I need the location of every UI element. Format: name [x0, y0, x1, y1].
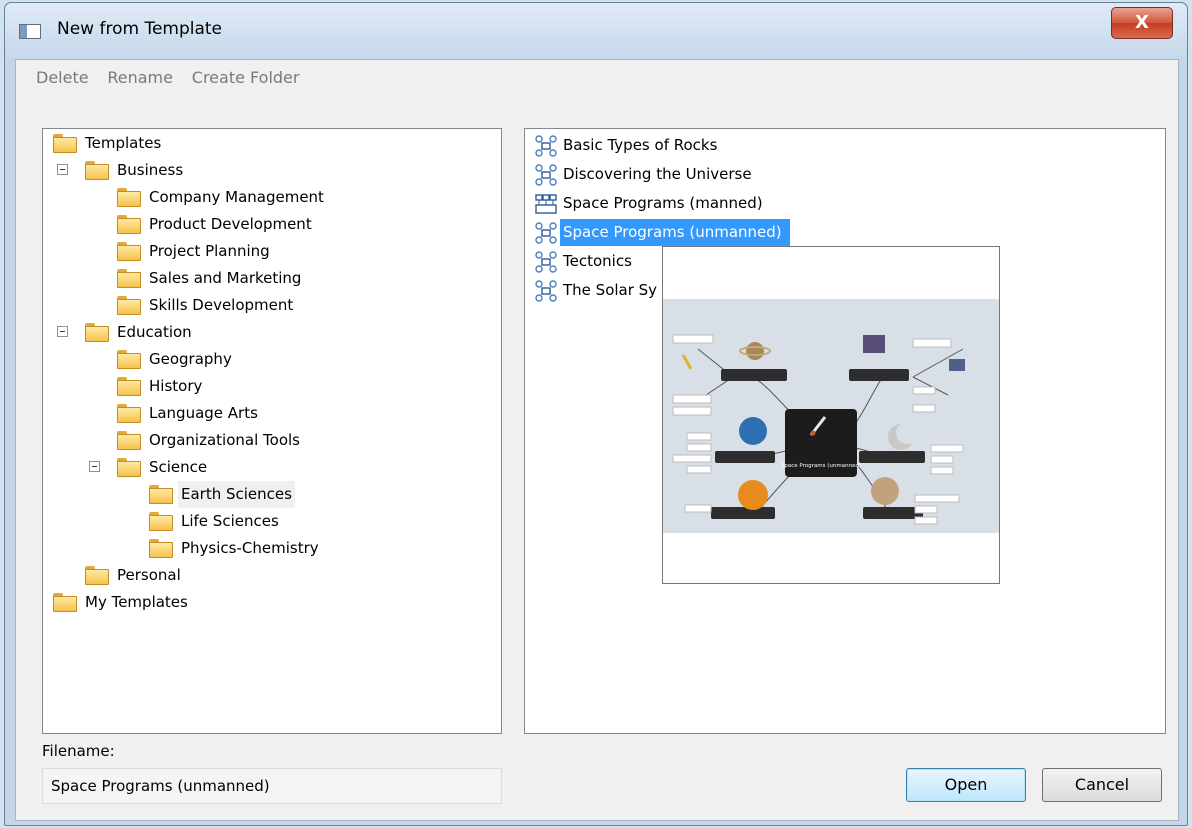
collapse-icon[interactable] [57, 326, 68, 337]
open-button[interactable]: Open [906, 768, 1026, 802]
tree-item-label: Skills Development [149, 296, 294, 314]
tree-item-label: Physics-Chemistry [181, 539, 319, 557]
window-icon [19, 24, 41, 39]
list-item-label: Space Programs (unmanned) [560, 219, 790, 246]
folder-icon [85, 323, 109, 342]
folder-icon [117, 215, 141, 234]
mind-map-icon [535, 251, 557, 273]
mind-map-thumbnail: Space Programs (unmanned) [663, 299, 999, 533]
create-folder-button[interactable]: Create Folder [192, 68, 300, 87]
tree-item-label: Science [149, 458, 208, 476]
folder-icon [117, 269, 141, 288]
mind-map-icon [535, 280, 557, 302]
mind-map-icon [535, 164, 557, 186]
folder-icon [117, 377, 141, 396]
tree-item-label: Company Management [149, 188, 324, 206]
tree-item-label: Language Arts [149, 404, 258, 422]
template-preview: Space Programs (unmanned) [662, 246, 1000, 584]
cancel-button[interactable]: Cancel [1042, 768, 1162, 802]
folder-icon [53, 593, 77, 612]
folder-icon [117, 458, 141, 477]
tree-item-label: Business [117, 161, 184, 179]
tree-item-label: Geography [149, 350, 232, 368]
folder-icon [85, 566, 109, 585]
collapse-icon[interactable] [89, 461, 100, 472]
tree-item-label: Product Development [149, 215, 312, 233]
folder-icon [117, 431, 141, 450]
tree-item-label: Personal [117, 566, 181, 584]
mind-map-icon [535, 135, 557, 157]
window-title: New from Template [57, 19, 223, 39]
list-item-label: The Solar Sy [563, 281, 658, 299]
folder-tree[interactable]: Templates Business Company Management Pr… [42, 128, 502, 734]
preview-image: Space Programs (unmanned) [663, 299, 999, 533]
filename-field[interactable]: Space Programs (unmanned) [42, 768, 502, 804]
tree-item-label: Earth Sciences [178, 481, 295, 508]
folder-icon [149, 485, 173, 504]
folder-icon [117, 404, 141, 423]
close-button[interactable]: X [1111, 7, 1173, 39]
tree-item-label: Education [117, 323, 192, 341]
folder-icon [117, 350, 141, 369]
list-item-label: Basic Types of Rocks [563, 136, 718, 154]
tree-item-label: Templates [85, 134, 162, 152]
folder-icon [53, 134, 77, 153]
list-item-label: Space Programs (manned) [563, 194, 763, 212]
preview-central-topic: Space Programs (unmanned) [781, 463, 861, 469]
dialog-window: New from Template X Delete Rename Create… [4, 2, 1188, 826]
tree-item-label: Sales and Marketing [149, 269, 302, 287]
toolbar: Delete Rename Create Folder [36, 68, 313, 92]
collapse-icon[interactable] [57, 164, 68, 175]
folder-icon [149, 512, 173, 531]
tree-item-label: My Templates [85, 593, 188, 611]
rename-button[interactable]: Rename [107, 68, 173, 87]
tree-item-label: Project Planning [149, 242, 270, 260]
tree-item-label: Organizational Tools [149, 431, 300, 449]
folder-icon [117, 242, 141, 261]
folder-icon [149, 539, 173, 558]
dialog-body: Delete Rename Create Folder Templates Bu… [15, 59, 1179, 821]
tree-item-label: Life Sciences [181, 512, 279, 530]
folder-icon [117, 188, 141, 207]
folder-icon [85, 161, 109, 180]
list-item-label: Discovering the Universe [563, 165, 752, 183]
list-item-label: Tectonics [563, 252, 632, 270]
tree-item-label: History [149, 377, 203, 395]
folder-icon [117, 296, 141, 315]
filename-label: Filename: [42, 742, 115, 760]
mind-map-icon [535, 222, 557, 244]
org-chart-icon [535, 194, 557, 214]
delete-button[interactable]: Delete [36, 68, 89, 87]
title-bar[interactable]: New from Template X [5, 3, 1187, 59]
